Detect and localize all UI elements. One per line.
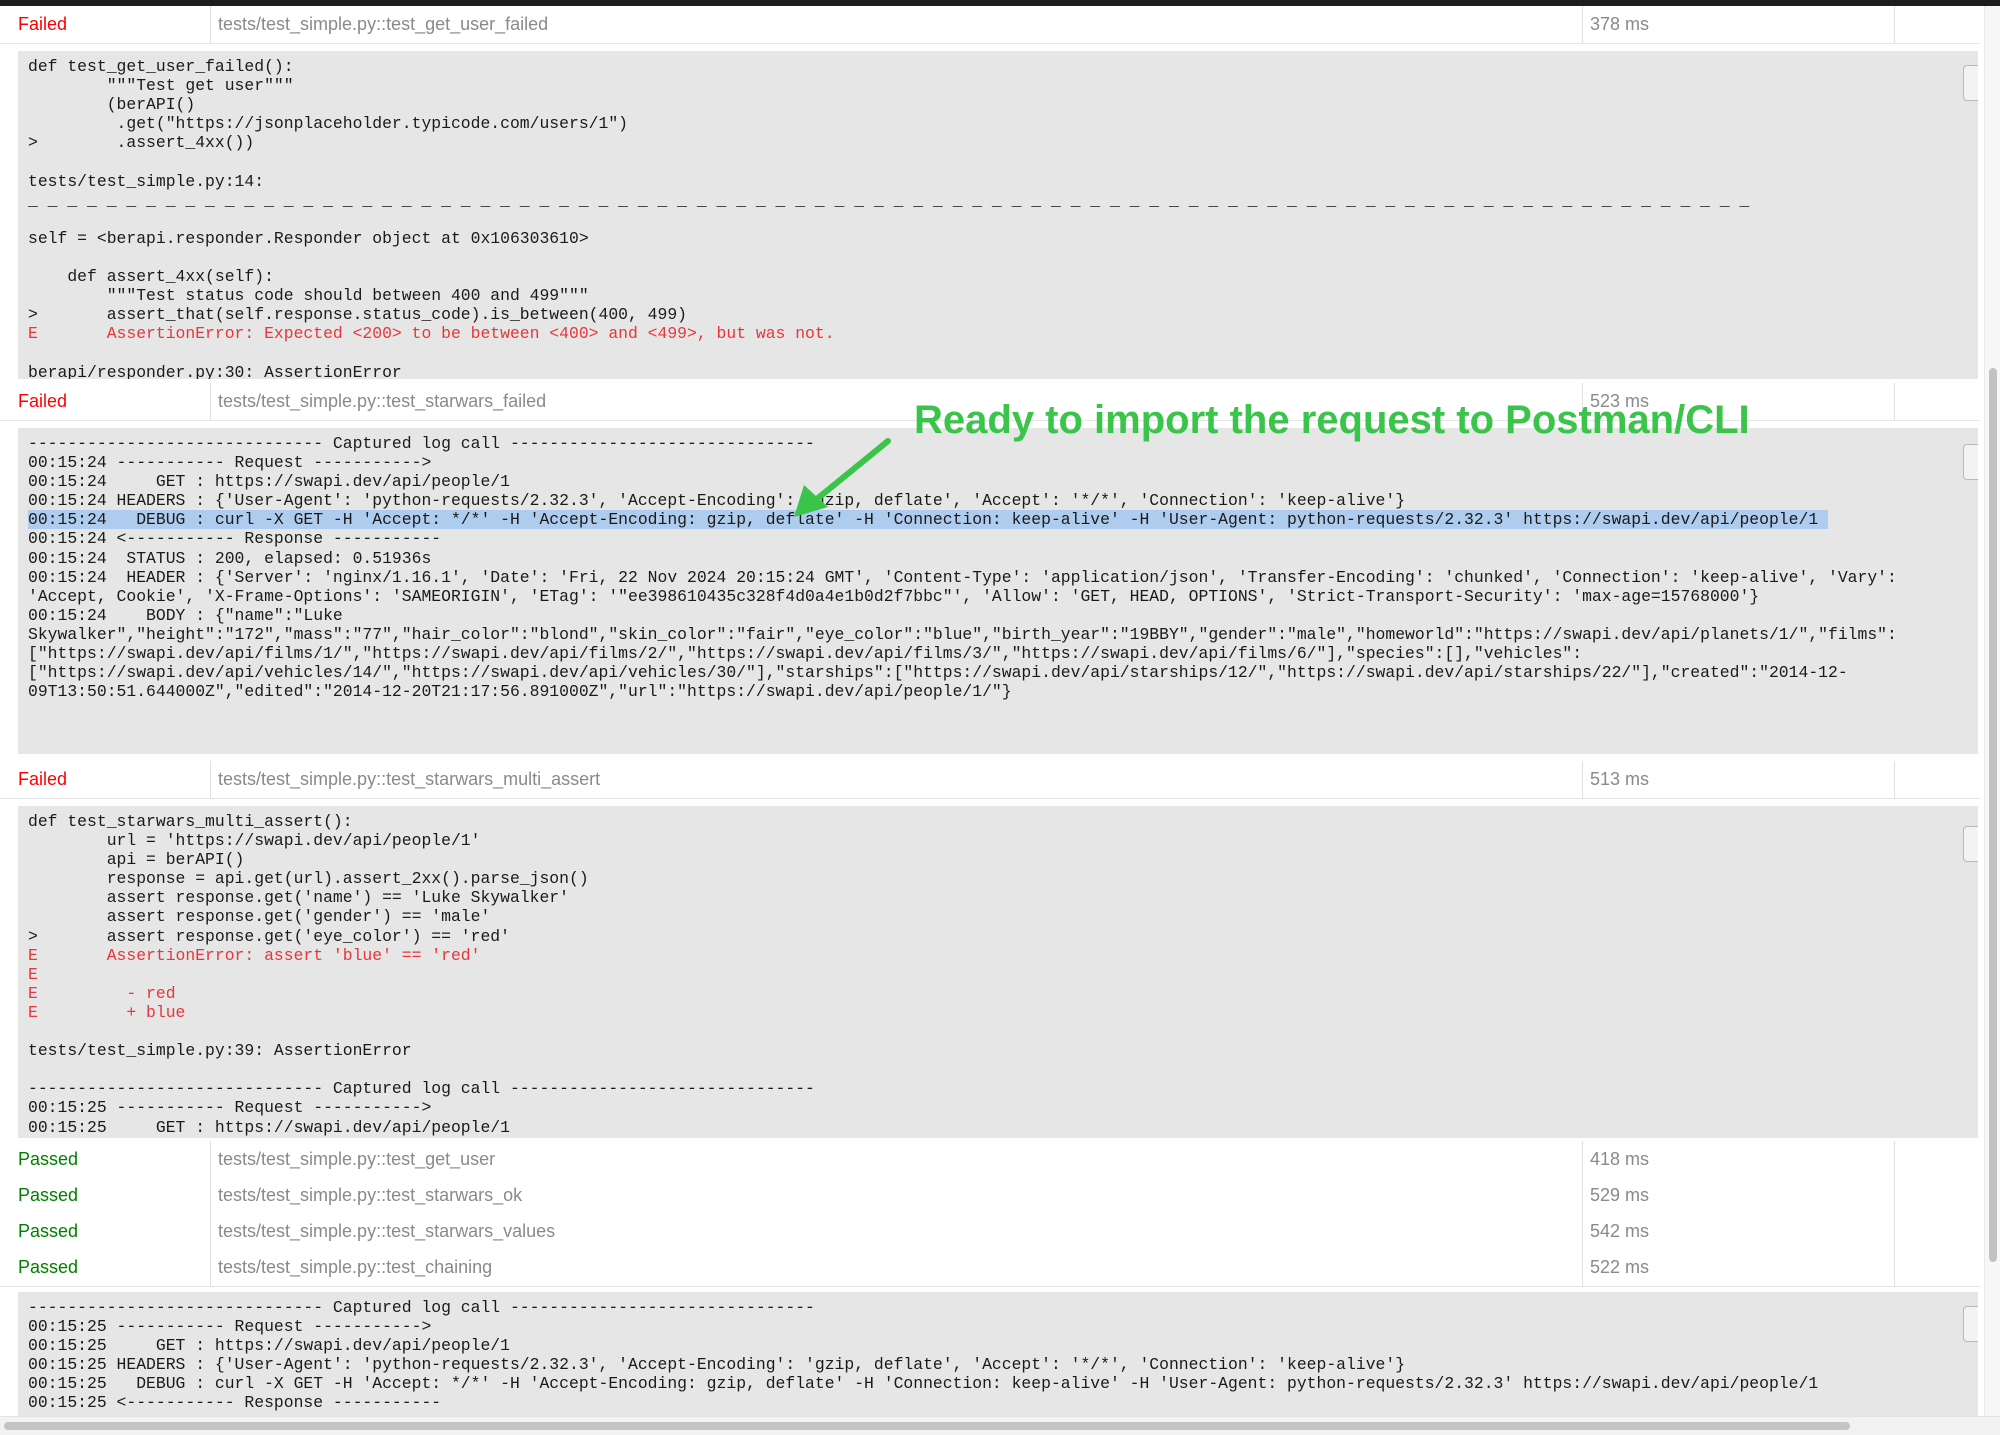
- log-line: 00:15:25 HEADERS : {'User-Agent': 'pytho…: [28, 1355, 1406, 1375]
- test-duration: 542 ms: [1590, 1221, 1650, 1241]
- log-line: > assert_that(self.response.status_code)…: [28, 305, 688, 325]
- log-line: (berAPI(): [28, 95, 196, 115]
- log-line: 00:15:24 <----------- Response ---------…: [28, 529, 442, 549]
- log-line: 00:15:25 <----------- Response ---------…: [28, 1393, 442, 1413]
- log-text: def test_get_user_failed(): """Test get …: [28, 57, 1749, 379]
- log-panel: ------------------------------ Captured …: [18, 1292, 1978, 1416]
- log-panel: def test_starwars_multi_assert(): url = …: [18, 806, 1978, 1138]
- log-line: api = berAPI(): [28, 850, 245, 870]
- result-status: Passed: [18, 1257, 79, 1277]
- test-name[interactable]: tests/test_simple.py::test_starwars_valu…: [218, 1213, 555, 1250]
- log-line: 00:15:25 ----------- Request -----------…: [28, 1098, 432, 1118]
- log-line: def test_starwars_multi_assert():: [28, 812, 353, 831]
- vertical-scrollbar[interactable]: [1984, 6, 2000, 1416]
- log-line: tests/test_simple.py:39: AssertionError: [28, 1041, 412, 1061]
- test-name[interactable]: tests/test_simple.py::test_starwars_fail…: [218, 383, 546, 420]
- log-line: response = api.get(url).assert_2xx().par…: [28, 869, 589, 889]
- test-name[interactable]: tests/test_simple.py::test_starwars_mult…: [218, 761, 600, 798]
- test-duration: 378 ms: [1590, 14, 1650, 34]
- result-row[interactable]: Passed tests/test_simple.py::test_starwa…: [0, 1213, 1980, 1251]
- log-line: 00:15:24 BODY : {"name":"Luke: [28, 605, 343, 625]
- log-line: _ _ _ _ _ _ _ _ _ _ _ _ _ _ _ _ _ _ _ _ …: [28, 190, 1750, 210]
- log-line: 00:15:25 ----------- Request -----------…: [28, 1317, 432, 1337]
- log-line: 00:15:24 ----------- Request -----------…: [28, 453, 432, 473]
- log-line: tests/test_simple.py:14:: [28, 171, 265, 191]
- error-line: E - red: [28, 983, 176, 1003]
- log-line: 00:15:24 STATUS : 200, elapsed: 0.51936s: [28, 548, 432, 568]
- error-line: E AssertionError: Expected <200> to be b…: [28, 324, 835, 344]
- log-line: def assert_4xx(self):: [28, 267, 274, 287]
- log-line: 00:15:24 GET : https://swapi.dev/api/peo…: [28, 472, 510, 492]
- test-name[interactable]: tests/test_simple.py::test_starwars_ok: [218, 1177, 522, 1214]
- log-line: url = 'https://swapi.dev/api/people/1': [28, 831, 481, 851]
- log-line: assert response.get('gender') == 'male': [28, 907, 491, 927]
- log-line: 00:15:25 GET : https://swapi.dev/api/peo…: [28, 1336, 510, 1356]
- log-line: 00:15:24 HEADERS : {'User-Agent': 'pytho…: [28, 491, 1406, 511]
- log-line: > assert response.get('eye_color') == 'r…: [28, 926, 510, 946]
- log-line: ["https://swapi.dev/api/films/1/","https…: [28, 644, 1583, 664]
- log-line: self = <berapi.responder.Responder objec…: [28, 228, 589, 248]
- log-line: """Test status code should between 400 a…: [28, 286, 589, 306]
- log-line: 00:15:24 HEADER : {'Server': 'nginx/1.16…: [28, 567, 1897, 587]
- test-name[interactable]: tests/test_simple.py::test_chaining: [218, 1249, 492, 1286]
- panel-scroll-handle[interactable]: [1963, 444, 1978, 480]
- test-duration: 522 ms: [1590, 1257, 1650, 1277]
- error-line: E: [28, 964, 38, 984]
- test-name[interactable]: tests/test_simple.py::test_get_user_fail…: [218, 6, 548, 43]
- log-line: berapi/responder.py:30: AssertionError: [28, 362, 402, 380]
- error-line: E + blue: [28, 1002, 186, 1022]
- test-name[interactable]: tests/test_simple.py::test_get_user: [218, 1141, 495, 1178]
- horizontal-scrollbar[interactable]: [0, 1416, 2000, 1435]
- log-line: 00:15:24 DEBUG : curl -X GET -H 'Accept:…: [28, 510, 1897, 530]
- log-line: ------------------------------ Captured …: [28, 1079, 815, 1099]
- log-panel: def test_get_user_failed(): """Test get …: [18, 51, 1978, 379]
- test-duration: 418 ms: [1590, 1149, 1650, 1169]
- log-panel: ------------------------------ Captured …: [18, 428, 1978, 754]
- result-row[interactable]: Passed tests/test_simple.py::test_get_us…: [0, 1141, 1980, 1179]
- result-row[interactable]: Passed tests/test_simple.py::test_starwa…: [0, 1177, 1980, 1215]
- result-status: Passed: [18, 1185, 79, 1205]
- result-status: Failed: [18, 14, 68, 34]
- arrow-icon: [794, 438, 891, 517]
- log-text: def test_starwars_multi_assert(): url = …: [28, 812, 815, 1137]
- panel-scroll-handle[interactable]: [1963, 1306, 1978, 1342]
- result-status: Passed: [18, 1221, 79, 1241]
- test-duration: 513 ms: [1590, 769, 1650, 789]
- panel-scroll-handle[interactable]: [1963, 65, 1978, 101]
- log-text: ------------------------------ Captured …: [28, 434, 1897, 701]
- log-line: ["https://swapi.dev/api/vehicles/14/","h…: [28, 663, 1848, 683]
- result-row[interactable]: Failed tests/test_simple.py::test_starwa…: [0, 761, 1980, 799]
- result-row[interactable]: Failed tests/test_simple.py::test_get_us…: [0, 6, 1980, 44]
- log-line: .get("https://jsonplaceholder.typicode.c…: [28, 114, 628, 134]
- log-text: ------------------------------ Captured …: [28, 1298, 1818, 1413]
- log-line: 00:15:25 GET : https://swapi.dev/api/peo…: [28, 1117, 510, 1137]
- log-line: ------------------------------ Captured …: [28, 1298, 815, 1317]
- log-line: 'Accept, Cookie', 'X-Frame-Options': 'SA…: [28, 586, 1760, 606]
- result-status: Failed: [18, 391, 68, 411]
- test-duration: 529 ms: [1590, 1185, 1650, 1205]
- log-line: """Test get user""": [28, 76, 294, 96]
- annotation-callout: Ready to import the request to Postman/C…: [914, 398, 1750, 442]
- log-line: 09T13:50:51.644000Z","edited":"2014-12-2…: [28, 682, 1012, 702]
- log-line: def test_get_user_failed():: [28, 57, 294, 76]
- results-table: Failed tests/test_simple.py::test_get_us…: [0, 6, 1980, 1416]
- result-status: Passed: [18, 1149, 79, 1169]
- result-status: Failed: [18, 769, 68, 789]
- log-line: > .assert_4xx()): [28, 133, 255, 153]
- log-line: Skywalker","height":"172","mass":"77","h…: [28, 624, 1897, 644]
- log-line: 00:15:25 DEBUG : curl -X GET -H 'Accept:…: [28, 1374, 1819, 1394]
- highlighted-curl-command[interactable]: 00:15:24 DEBUG : curl -X GET -H 'Accept:…: [28, 510, 1828, 530]
- result-row[interactable]: Passed tests/test_simple.py::test_chaini…: [0, 1249, 1980, 1287]
- error-line: E AssertionError: assert 'blue' == 'red': [28, 945, 481, 965]
- log-line: assert response.get('name') == 'Luke Sky…: [28, 888, 569, 908]
- panel-scroll-handle[interactable]: [1963, 826, 1978, 862]
